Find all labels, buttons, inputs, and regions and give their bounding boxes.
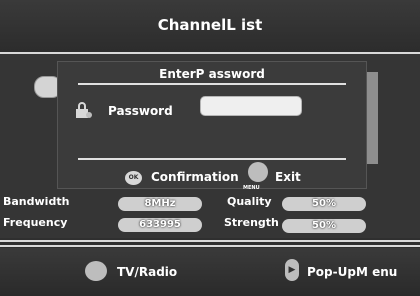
popup-menu-label[interactable]: Pop-UpM enu [307, 265, 397, 279]
channel-list-screen: ChannelL ist EnterP assword Password OK … [0, 0, 420, 296]
password-label: Password [108, 104, 173, 118]
dialog-title-divider [78, 83, 346, 85]
footer-divider-bottom [0, 245, 420, 247]
popup-menu-button-icon[interactable]: ▶ [285, 259, 299, 281]
exit-label[interactable]: Exit [275, 170, 301, 184]
bandwidth-label: Bandwidth [3, 195, 70, 208]
dialog-footer-divider [78, 158, 346, 160]
dialog-title: EnterP assword [159, 67, 265, 81]
title-bar: ChannelL ist [0, 0, 420, 52]
bandwidth-value: 8MHz [118, 197, 202, 211]
strength-value: 50% [282, 219, 366, 233]
exit-button-icon[interactable] [248, 162, 268, 182]
confirmation-label[interactable]: Confirmation [151, 170, 239, 184]
quality-value: 50% [282, 197, 366, 211]
quality-label: Quality [227, 195, 272, 208]
strength-label: Strength [224, 216, 279, 229]
footer-divider-top [0, 240, 420, 242]
password-input[interactable] [200, 96, 302, 116]
menu-caption: MENU [243, 185, 260, 191]
frequency-label: Frequency [3, 216, 68, 229]
password-dialog: EnterP assword Password OK Confirmation … [57, 61, 367, 191]
tv-radio-label[interactable]: TV/Radio [117, 265, 177, 279]
ok-button-icon[interactable]: OK [125, 171, 142, 185]
page-title: ChannelL ist [157, 16, 263, 34]
frequency-value: 633995 [118, 218, 202, 232]
tv-radio-button-icon[interactable] [85, 261, 107, 281]
lock-icon [76, 102, 92, 118]
channel-list-scrollbar[interactable] [366, 72, 378, 164]
